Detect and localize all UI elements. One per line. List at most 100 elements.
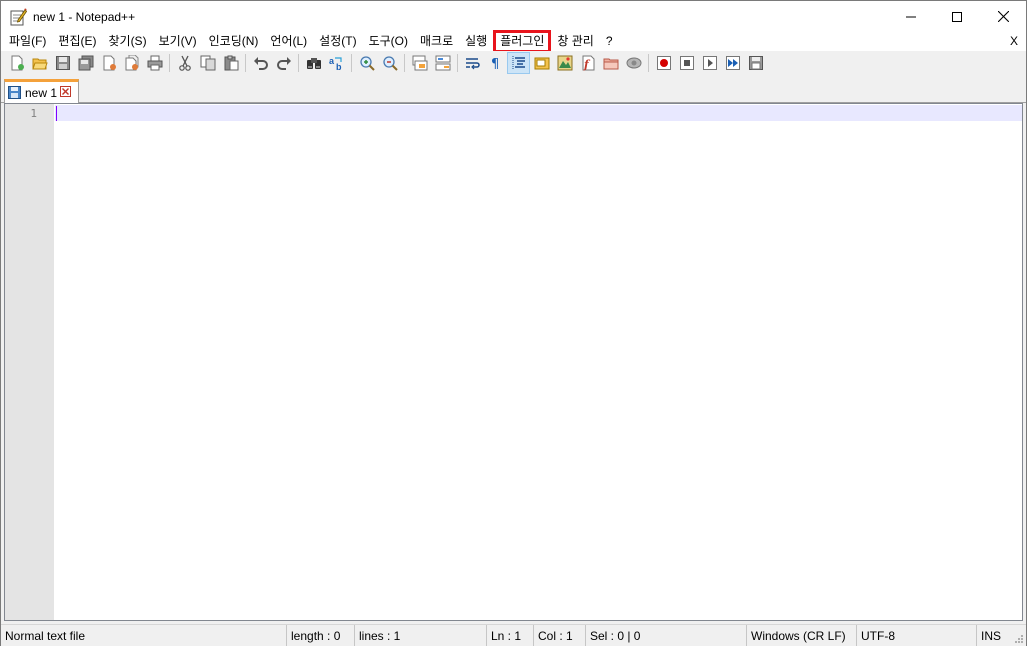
title-bar[interactable]: new 1 - Notepad++: [1, 1, 1026, 32]
tab-new-1[interactable]: new 1: [4, 79, 79, 103]
menu-edit[interactable]: 편집(E): [52, 32, 102, 51]
zoom-out-button[interactable]: [378, 52, 401, 74]
menu-language[interactable]: 언어(L): [264, 32, 313, 51]
toolbar-separator: [298, 54, 299, 72]
play-macro-button[interactable]: [698, 52, 721, 74]
zoom-in-button[interactable]: [355, 52, 378, 74]
close-document-button[interactable]: X: [1010, 32, 1018, 51]
scissors-icon: [178, 55, 191, 71]
minimize-button[interactable]: [888, 1, 934, 32]
play-macro-multiple-button[interactable]: [721, 52, 744, 74]
sync-vertical-scroll-icon: [412, 55, 427, 71]
menu-tools[interactable]: 도구(O): [363, 32, 414, 51]
close-window-button[interactable]: [980, 1, 1026, 32]
menu-macro[interactable]: 매크로: [414, 32, 459, 51]
current-line-highlight: [55, 105, 1022, 121]
svg-text:a: a: [329, 56, 335, 66]
status-file-type: Normal text file: [1, 625, 287, 646]
fast-forward-icon: [725, 56, 740, 70]
record-macro-button[interactable]: [652, 52, 675, 74]
menu-window[interactable]: 창 관리: [551, 32, 599, 51]
paste-icon: [224, 55, 238, 71]
replace-button[interactable]: ab: [325, 52, 348, 74]
folder-open-icon: [31, 58, 48, 70]
menu-view[interactable]: 보기(V): [153, 32, 203, 51]
paste-button[interactable]: [219, 52, 242, 74]
function-list-button[interactable]: f: [576, 52, 599, 74]
menu-search[interactable]: 찾기(S): [102, 32, 152, 51]
pilcrow-icon: ¶: [491, 57, 499, 71]
save-macro-button[interactable]: [744, 52, 767, 74]
tab-close-button[interactable]: [60, 85, 72, 100]
maximize-button[interactable]: [934, 1, 980, 32]
close-all-icon: [125, 55, 138, 71]
floppy-disk-icon: [55, 56, 70, 70]
window-controls: [888, 1, 1026, 32]
document-map-icon: [557, 55, 572, 71]
toolbar-separator: [404, 54, 405, 72]
menu-encoding[interactable]: 인코딩(N): [203, 32, 265, 51]
status-lines: lines : 1: [355, 625, 487, 646]
save-all-button[interactable]: [74, 52, 97, 74]
svg-text:b: b: [336, 62, 342, 71]
window-title: new 1 - Notepad++: [33, 9, 136, 24]
open-file-button[interactable]: [28, 52, 51, 74]
cut-button[interactable]: [173, 52, 196, 74]
folder-as-workspace-button[interactable]: [599, 52, 622, 74]
toolbar-separator: [169, 54, 170, 72]
toolbar: ab ¶ f: [1, 51, 1026, 75]
sync-vertical-button[interactable]: [408, 52, 431, 74]
binoculars-icon: [306, 58, 321, 69]
undo-button[interactable]: [249, 52, 272, 74]
print-button[interactable]: [143, 52, 166, 74]
status-selection: Sel : 0 | 0: [586, 625, 747, 646]
svg-text:¶: ¶: [491, 57, 499, 71]
new-file-button[interactable]: [5, 52, 28, 74]
user-defined-language-button[interactable]: [530, 52, 553, 74]
redo-button[interactable]: [272, 52, 295, 74]
tab-label: new 1: [25, 85, 58, 100]
stop-macro-button[interactable]: [675, 52, 698, 74]
close-all-button[interactable]: [120, 52, 143, 74]
indent-guide-icon: [512, 56, 525, 70]
close-file-icon: [103, 55, 116, 71]
user-defined-language-icon: [534, 57, 549, 70]
resize-grip-icon[interactable]: [1014, 634, 1024, 644]
text-editor[interactable]: 1: [4, 103, 1023, 621]
document-tab-bar: new 1: [1, 77, 1026, 103]
maximize-icon: [952, 11, 962, 22]
sync-horizontal-button[interactable]: [431, 52, 454, 74]
word-wrap-icon: [465, 58, 480, 70]
status-insert-mode[interactable]: INS: [977, 625, 1017, 646]
text-caret: [56, 106, 57, 121]
monitoring-eye-icon: [626, 57, 641, 69]
status-eol[interactable]: Windows (CR LF): [747, 625, 857, 646]
document-map-button[interactable]: [553, 52, 576, 74]
word-wrap-button[interactable]: [461, 52, 484, 74]
menu-plugins[interactable]: 플러그인: [493, 30, 552, 53]
find-button[interactable]: [302, 52, 325, 74]
menu-settings[interactable]: 설정(T): [313, 32, 362, 51]
play-icon: [702, 56, 717, 70]
redo-icon: [276, 57, 291, 70]
close-icon: [60, 85, 72, 97]
stop-icon: [679, 56, 694, 70]
status-col: Col : 1: [534, 625, 586, 646]
toolbar-separator: [457, 54, 458, 72]
toolbar-separator: [648, 54, 649, 72]
monitoring-button[interactable]: [622, 52, 645, 74]
menu-run[interactable]: 실행: [459, 32, 493, 51]
toolbar-separator: [351, 54, 352, 72]
status-encoding[interactable]: UTF-8: [857, 625, 977, 646]
function-list-icon: f: [582, 55, 594, 71]
menu-help[interactable]: ?: [600, 32, 619, 51]
show-all-characters-button[interactable]: ¶: [484, 52, 507, 74]
menu-file[interactable]: 파일(F): [3, 32, 52, 51]
save-button[interactable]: [51, 52, 74, 74]
replace-icon: ab: [329, 56, 342, 71]
close-file-button[interactable]: [97, 52, 120, 74]
copy-button[interactable]: [196, 52, 219, 74]
zoom-out-icon: [382, 56, 398, 71]
indent-guide-button[interactable]: [507, 52, 530, 74]
copy-icon: [200, 55, 215, 71]
